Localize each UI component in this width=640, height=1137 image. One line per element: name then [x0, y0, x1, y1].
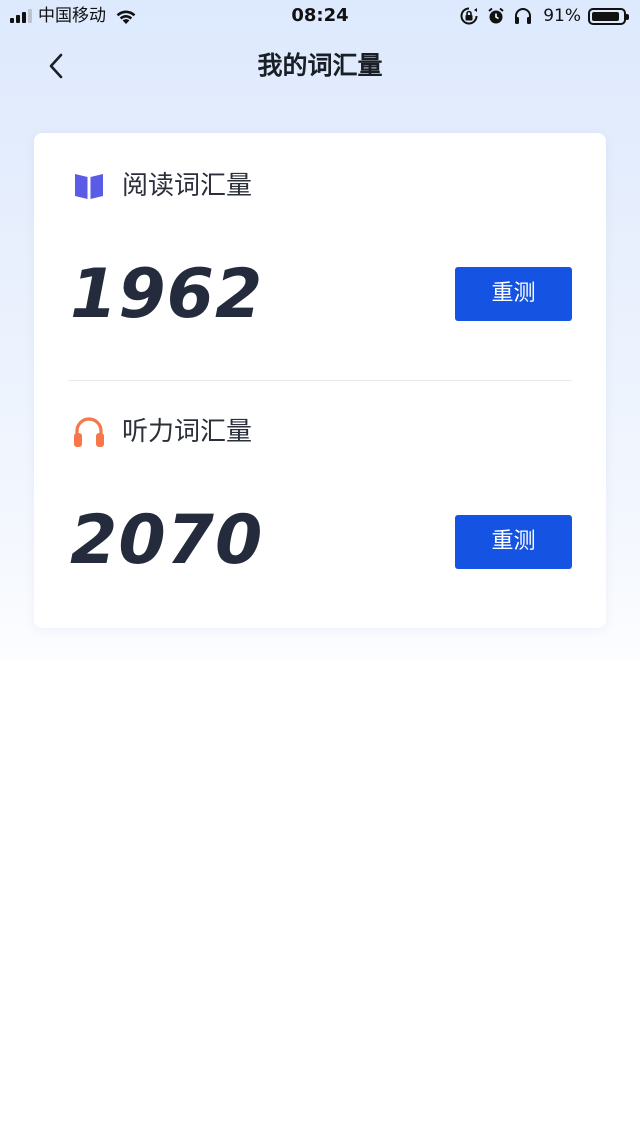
alarm-icon [488, 7, 504, 24]
reading-section-header: 阅读词汇量 [72, 169, 252, 203]
orientation-lock-icon [460, 7, 478, 25]
listening-section-title: 听力词汇量 [122, 417, 253, 447]
listening-vocabulary-value: 2070 [70, 501, 264, 580]
headphones-status-icon [515, 8, 532, 24]
listening-vocabulary-section: 听力词汇量 2070 重测 [34, 381, 606, 629]
reading-vocabulary-value: 1962 [70, 255, 264, 334]
reading-retest-button[interactable]: 重测 [455, 267, 572, 321]
nav-bar: 我的词汇量 [0, 34, 640, 98]
vocabulary-card: 阅读词汇量 1962 重测 听力词汇量 2070 重测 [34, 133, 606, 628]
listening-section-header: 听力词汇量 [72, 415, 252, 449]
headphones-icon [72, 415, 106, 449]
reading-section-title: 阅读词汇量 [122, 171, 253, 201]
battery-percent: 91% [543, 6, 581, 26]
reading-vocabulary-section: 阅读词汇量 1962 重测 [34, 133, 606, 381]
listening-retest-button[interactable]: 重测 [455, 515, 572, 569]
book-icon [72, 169, 106, 203]
status-right: 91% [459, 5, 630, 27]
page-title: 我的词汇量 [257, 51, 383, 80]
battery-fill [592, 11, 620, 21]
status-bar: 中国移动 08:24 91% [0, 0, 640, 34]
vocabulary-screen: 中国移动 08:24 91% 我的词汇量 阅读词汇量 1962 重测 听力词汇量… [0, 0, 640, 1137]
battery-icon [588, 7, 629, 25]
